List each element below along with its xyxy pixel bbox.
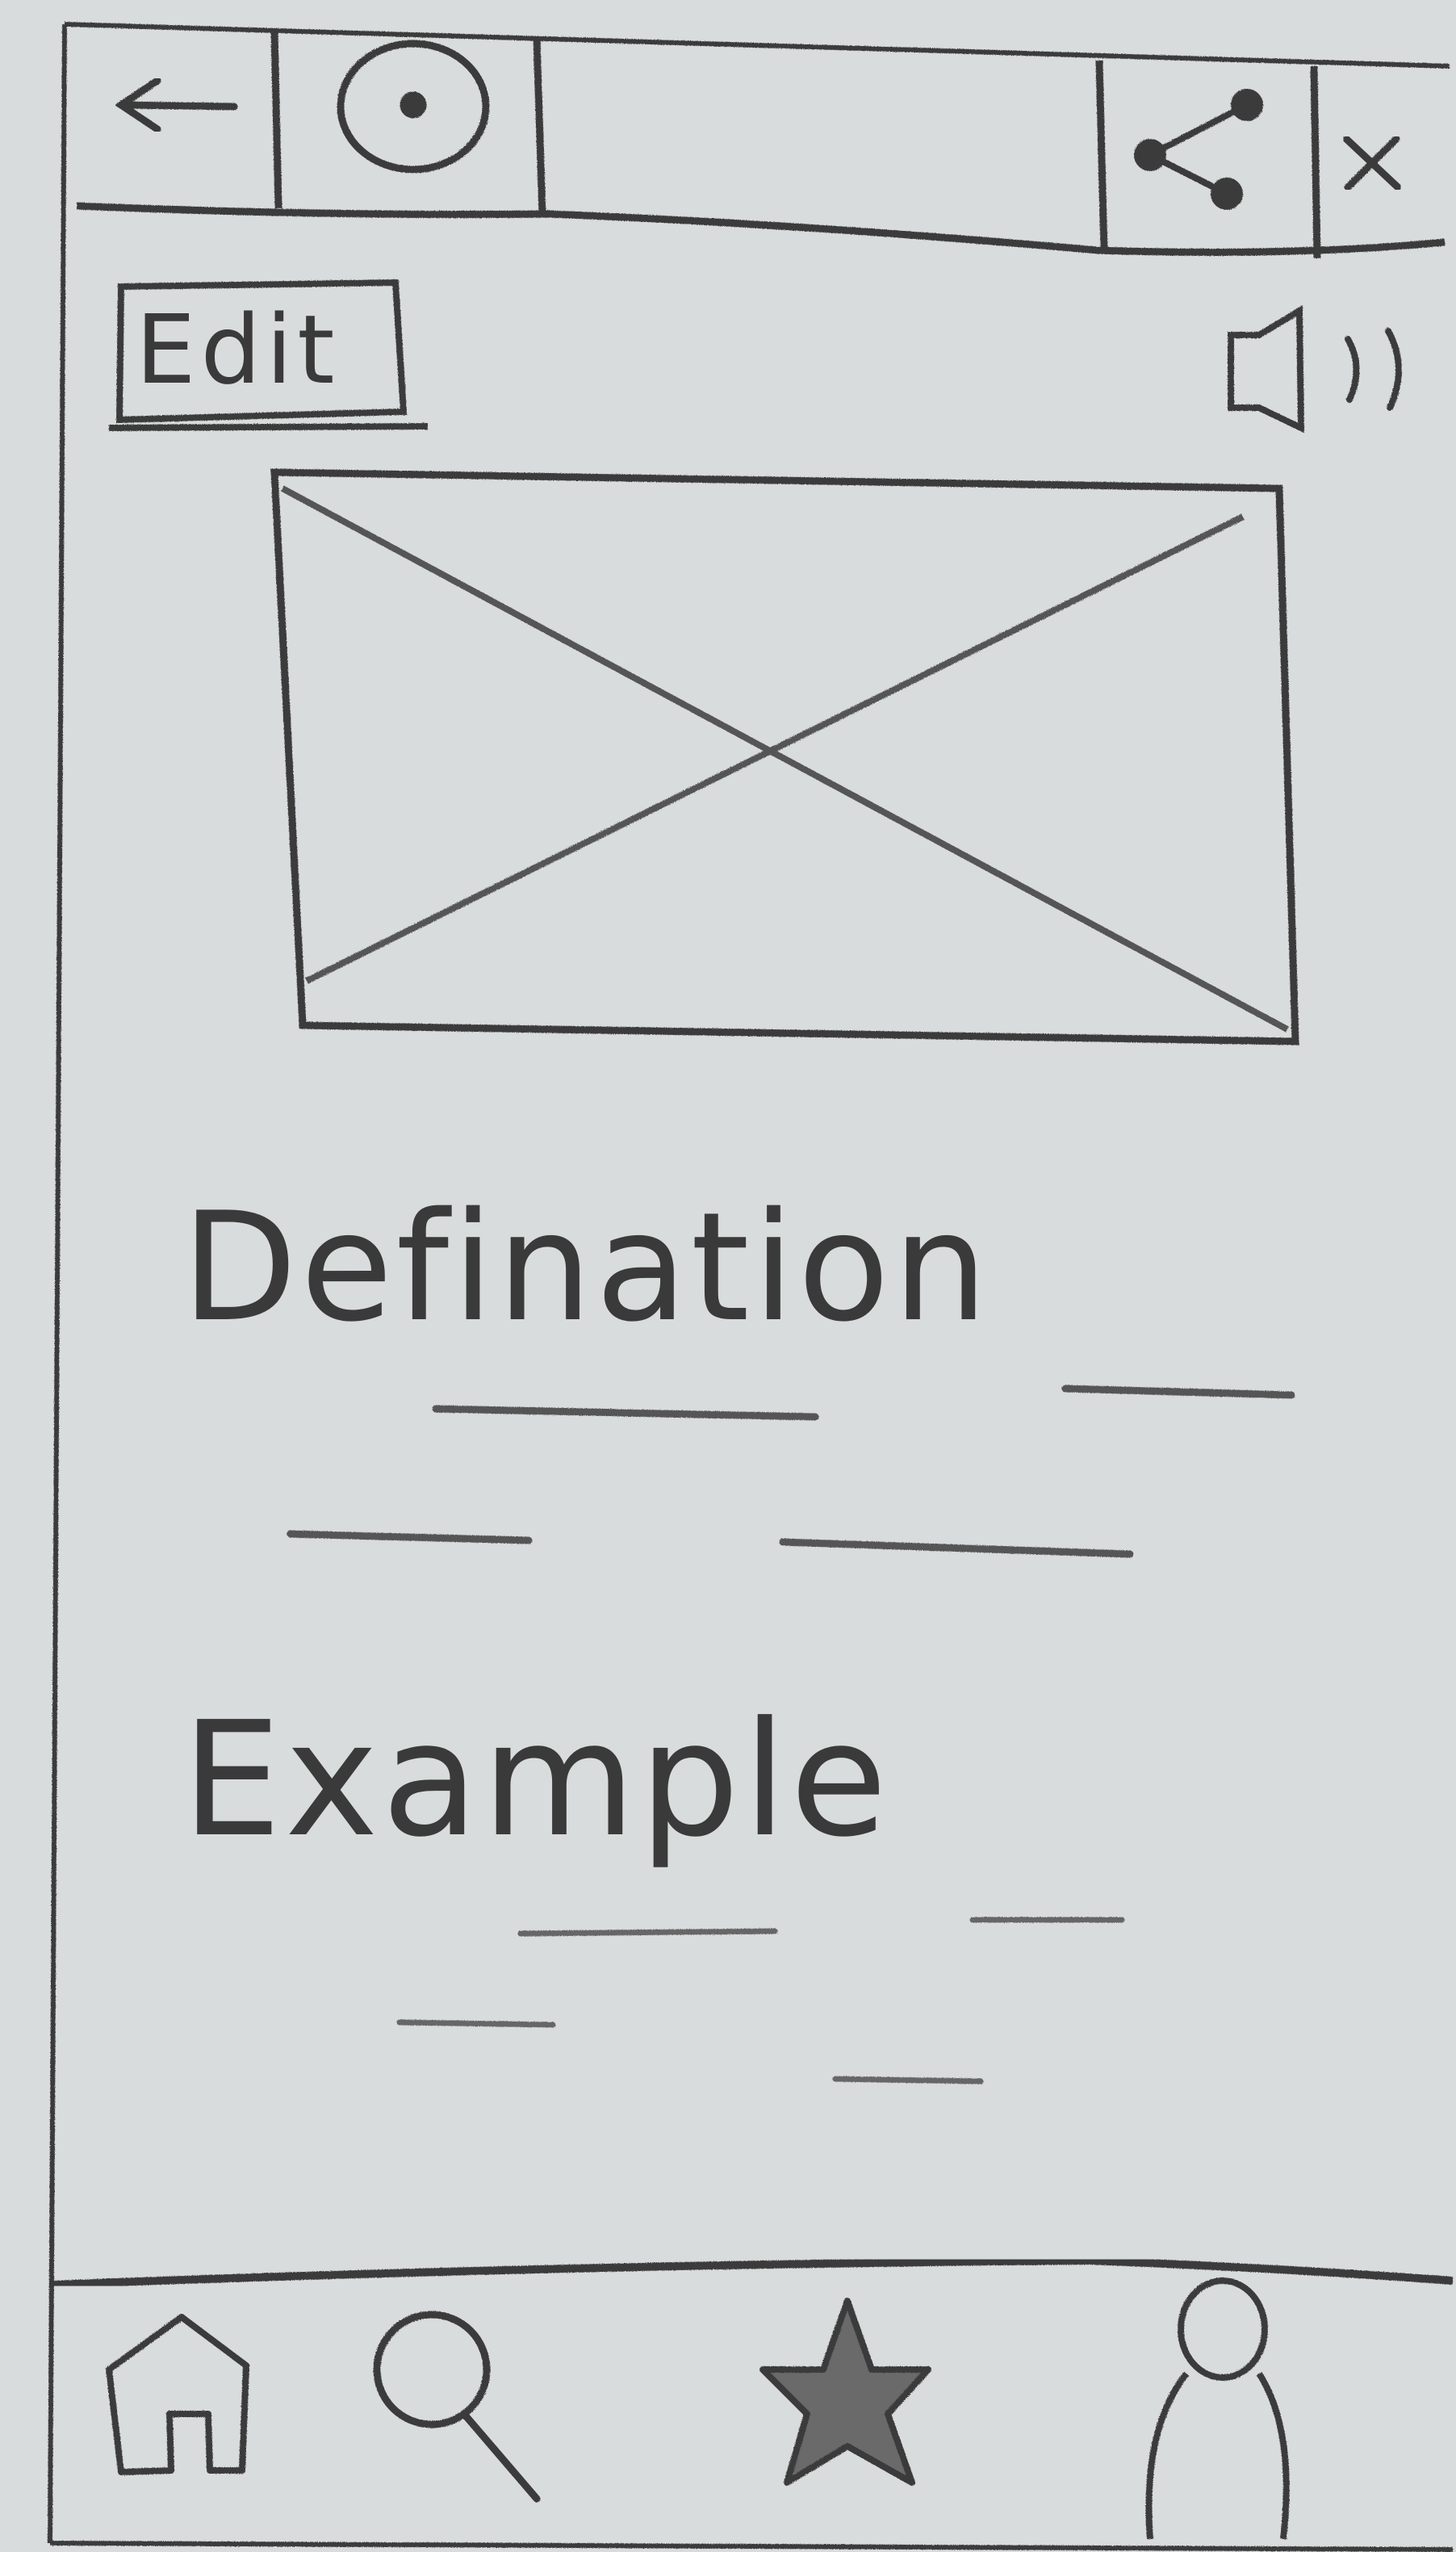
nav-search-button[interactable] xyxy=(367,2301,553,2511)
nav-favorites-button[interactable] xyxy=(755,2293,940,2495)
image-placeholder-icon xyxy=(270,468,1299,1046)
speaker-button[interactable] xyxy=(1223,303,1425,436)
definition-heading: Defination xyxy=(182,1180,991,1355)
edit-button[interactable] xyxy=(117,283,408,420)
target-button[interactable] xyxy=(282,32,533,206)
nav-profile-button[interactable] xyxy=(1134,2273,1307,2543)
example-heading: Example xyxy=(182,1688,891,1872)
close-button[interactable] xyxy=(1320,69,1450,254)
definition-text-lines xyxy=(287,1385,1295,1558)
nav-home-button[interactable] xyxy=(97,2301,266,2487)
back-button[interactable] xyxy=(73,32,270,202)
example-text-lines xyxy=(396,1917,1125,2085)
share-button[interactable] xyxy=(1106,65,1309,250)
